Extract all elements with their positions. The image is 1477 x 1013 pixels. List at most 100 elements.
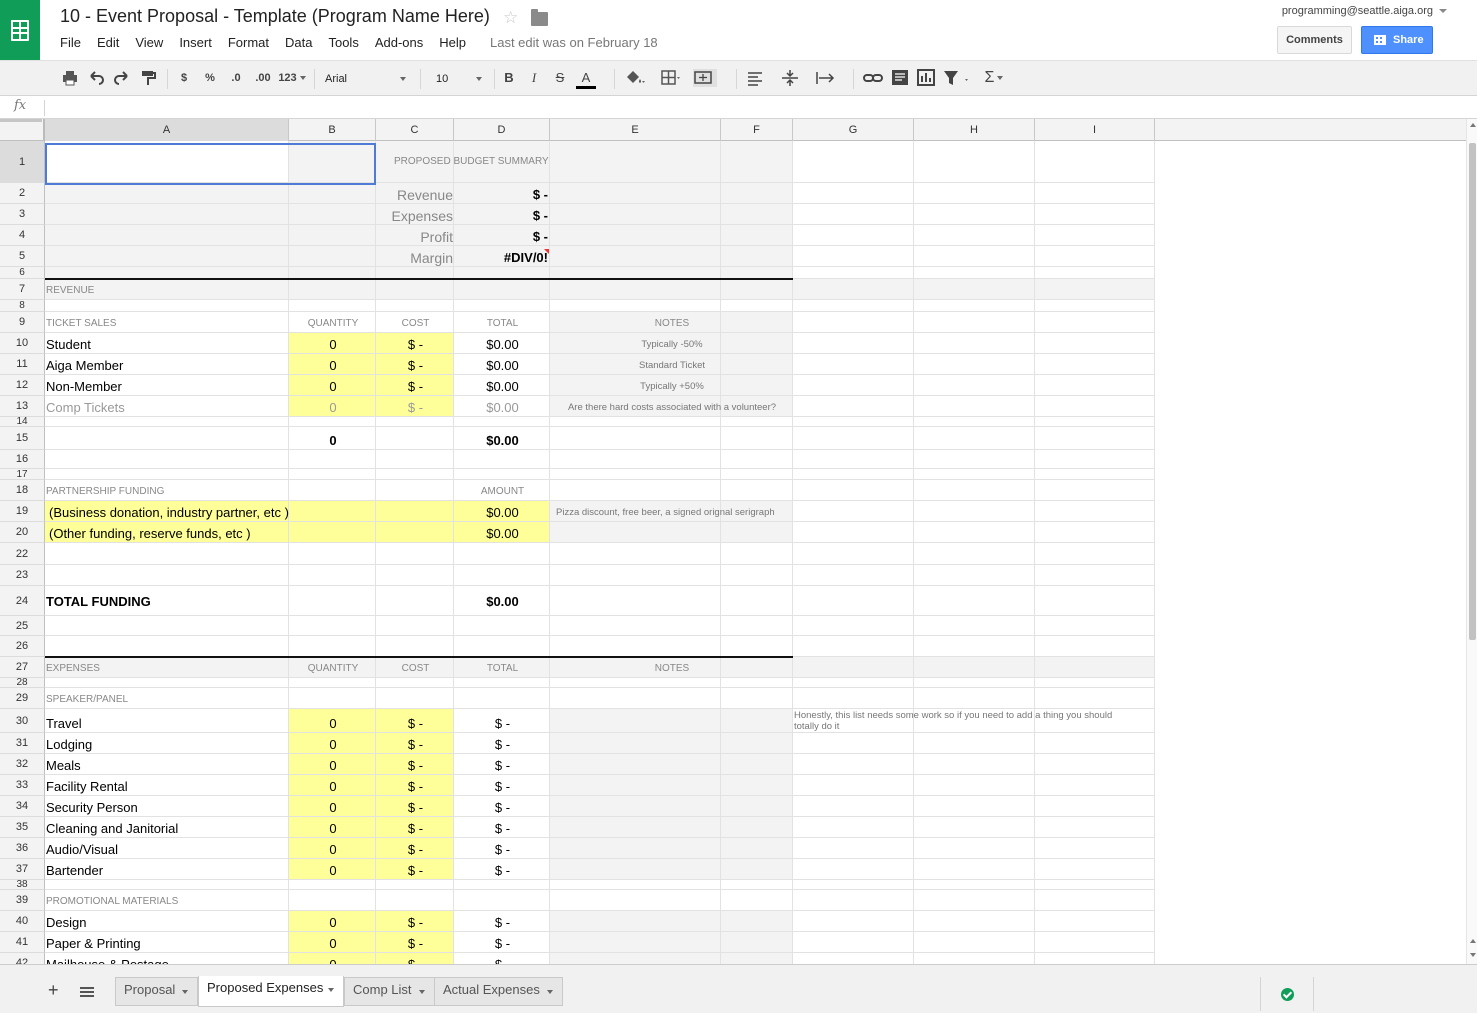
increase-decimals-button[interactable]: .00 bbox=[253, 68, 273, 88]
align-icon[interactable] bbox=[746, 68, 768, 88]
expense-item[interactable]: Facility Rental bbox=[46, 779, 289, 795]
row-header-11[interactable]: 11 bbox=[0, 354, 45, 375]
total-funding-value[interactable]: $0.00 bbox=[455, 594, 550, 610]
share-button[interactable]: Share bbox=[1361, 26, 1433, 54]
row-header-9[interactable]: 9 bbox=[0, 312, 45, 333]
expense-total[interactable]: $ - bbox=[455, 821, 550, 837]
decrease-decimals-button[interactable]: .0 bbox=[228, 68, 244, 88]
expense-item[interactable]: Meals bbox=[46, 758, 289, 774]
row-header-4[interactable]: 4 bbox=[0, 225, 45, 246]
expense-item[interactable]: Design bbox=[46, 915, 289, 931]
ticket-total[interactable]: $0.00 bbox=[455, 358, 550, 374]
row-header-14[interactable]: 14 bbox=[0, 417, 45, 427]
row-header-12[interactable]: 12 bbox=[0, 375, 45, 396]
notes-header[interactable]: NOTES bbox=[551, 316, 793, 332]
menu-insert[interactable]: Insert bbox=[179, 35, 212, 51]
expense-cost[interactable]: $ - bbox=[377, 821, 454, 837]
ticket-type[interactable]: Student bbox=[46, 337, 289, 353]
column-header-f[interactable]: F bbox=[721, 119, 793, 141]
expense-quantity[interactable]: 0 bbox=[290, 936, 376, 952]
cost-header[interactable]: COST bbox=[377, 661, 454, 677]
row-header-32[interactable]: 32 bbox=[0, 754, 45, 775]
strikethrough-button[interactable]: S bbox=[553, 68, 567, 88]
expense-cost[interactable]: $ - bbox=[377, 800, 454, 816]
ticket-total[interactable]: $0.00 bbox=[455, 337, 550, 353]
ticket-quantity[interactable]: 0 bbox=[290, 379, 376, 395]
saved-check-icon[interactable] bbox=[1281, 988, 1294, 1001]
row-header-22[interactable]: 22 bbox=[0, 543, 45, 565]
row-header-33[interactable]: 33 bbox=[0, 775, 45, 796]
ticket-cost[interactable]: $ - bbox=[377, 400, 454, 416]
expense-cost[interactable]: $ - bbox=[377, 863, 454, 879]
notes-header[interactable]: NOTES bbox=[551, 661, 793, 677]
row-header-35[interactable]: 35 bbox=[0, 817, 45, 838]
row-header-40[interactable]: 40 bbox=[0, 911, 45, 932]
chevron-down-icon[interactable] bbox=[328, 988, 334, 992]
expense-quantity[interactable]: 0 bbox=[290, 957, 376, 964]
amount-header[interactable]: AMOUNT bbox=[455, 484, 550, 500]
row-header-24[interactable]: 24 bbox=[0, 586, 45, 616]
row-header-25[interactable]: 25 bbox=[0, 616, 45, 636]
expense-total[interactable]: $ - bbox=[455, 716, 550, 732]
row-header-17[interactable]: 17 bbox=[0, 469, 45, 480]
row-header-5[interactable]: 5 bbox=[0, 246, 45, 267]
fill-color-icon[interactable] bbox=[624, 68, 646, 88]
row-header-13[interactable]: 13 bbox=[0, 396, 45, 417]
menu-data[interactable]: Data bbox=[285, 35, 312, 51]
ticket-total-quantity[interactable]: 0 bbox=[290, 433, 376, 449]
formula-bar[interactable]: fx bbox=[0, 97, 1477, 119]
expense-quantity[interactable]: 0 bbox=[290, 842, 376, 858]
menu-format[interactable]: Format bbox=[228, 35, 269, 51]
scroll-up-icon[interactable] bbox=[1470, 123, 1476, 127]
ticket-type[interactable]: Non-Member bbox=[46, 379, 289, 395]
expense-item[interactable]: Lodging bbox=[46, 737, 289, 753]
expense-total[interactable]: $ - bbox=[455, 863, 550, 879]
row-header-2[interactable]: 2 bbox=[0, 183, 45, 204]
ticket-total[interactable]: $0.00 bbox=[455, 400, 550, 416]
summary-label[interactable]: Margin bbox=[377, 250, 453, 266]
row-header-10[interactable]: 10 bbox=[0, 333, 45, 354]
chevron-down-icon[interactable] bbox=[182, 990, 188, 994]
speaker-note[interactable]: Honestly, this list needs some work so i… bbox=[794, 710, 1137, 732]
promotional-materials-header[interactable]: PROMOTIONAL MATERIALS bbox=[46, 894, 289, 910]
tab-comp-list[interactable]: Comp List bbox=[344, 977, 435, 1006]
chevron-down-icon[interactable] bbox=[547, 990, 553, 994]
partnership-amount[interactable]: $0.00 bbox=[455, 505, 550, 521]
row-header-16[interactable]: 16 bbox=[0, 450, 45, 469]
cost-header[interactable]: COST bbox=[377, 316, 454, 332]
summary-value[interactable]: $ - bbox=[455, 187, 548, 203]
column-header-g[interactable]: G bbox=[793, 119, 914, 141]
ticket-quantity[interactable]: 0 bbox=[290, 358, 376, 374]
expense-cost[interactable]: $ - bbox=[377, 737, 454, 753]
text-color-button[interactable]: A bbox=[577, 68, 595, 88]
row-header-38[interactable]: 38 bbox=[0, 880, 45, 890]
comment-icon[interactable] bbox=[890, 68, 910, 88]
expense-total[interactable]: $ - bbox=[455, 936, 550, 952]
row-header-6[interactable]: 6 bbox=[0, 267, 45, 279]
folder-icon[interactable] bbox=[531, 9, 548, 26]
expense-cost[interactable]: $ - bbox=[377, 758, 454, 774]
ticket-note[interactable]: Standard Ticket bbox=[551, 358, 793, 374]
row-header-23[interactable]: 23 bbox=[0, 565, 45, 586]
column-header-c[interactable]: C bbox=[376, 119, 454, 141]
ticket-note[interactable]: Are there hard costs associated with a v… bbox=[551, 400, 793, 416]
summary-label[interactable]: Expenses bbox=[377, 208, 453, 224]
ticket-sales-header[interactable]: TICKET SALES bbox=[46, 316, 289, 332]
summary-value[interactable]: #DIV/0! bbox=[455, 250, 548, 266]
paint-format-icon[interactable] bbox=[140, 68, 156, 88]
row-header-30[interactable]: 30 bbox=[0, 709, 45, 733]
functions-button[interactable]: Σ bbox=[980, 68, 1008, 88]
more-formats-button[interactable]: 123 bbox=[278, 68, 306, 88]
row-header-34[interactable]: 34 bbox=[0, 796, 45, 817]
partnership-note[interactable]: Pizza discount, free beer, a signed orig… bbox=[556, 505, 793, 521]
summary-value[interactable]: $ - bbox=[455, 208, 548, 224]
menu-add-ons[interactable]: Add-ons bbox=[375, 35, 423, 51]
tab-proposal[interactable]: Proposal bbox=[115, 977, 198, 1006]
ticket-cost[interactable]: $ - bbox=[377, 379, 454, 395]
menu-view[interactable]: View bbox=[135, 35, 163, 51]
ticket-quantity[interactable]: 0 bbox=[290, 400, 376, 416]
tab-proposed-expenses[interactable]: Proposed Expenses bbox=[198, 976, 344, 1007]
percent-format-button[interactable]: % bbox=[203, 68, 217, 88]
menu-tools[interactable]: Tools bbox=[328, 35, 358, 51]
last-edit-link[interactable]: Last edit was on February 18 bbox=[490, 35, 658, 50]
